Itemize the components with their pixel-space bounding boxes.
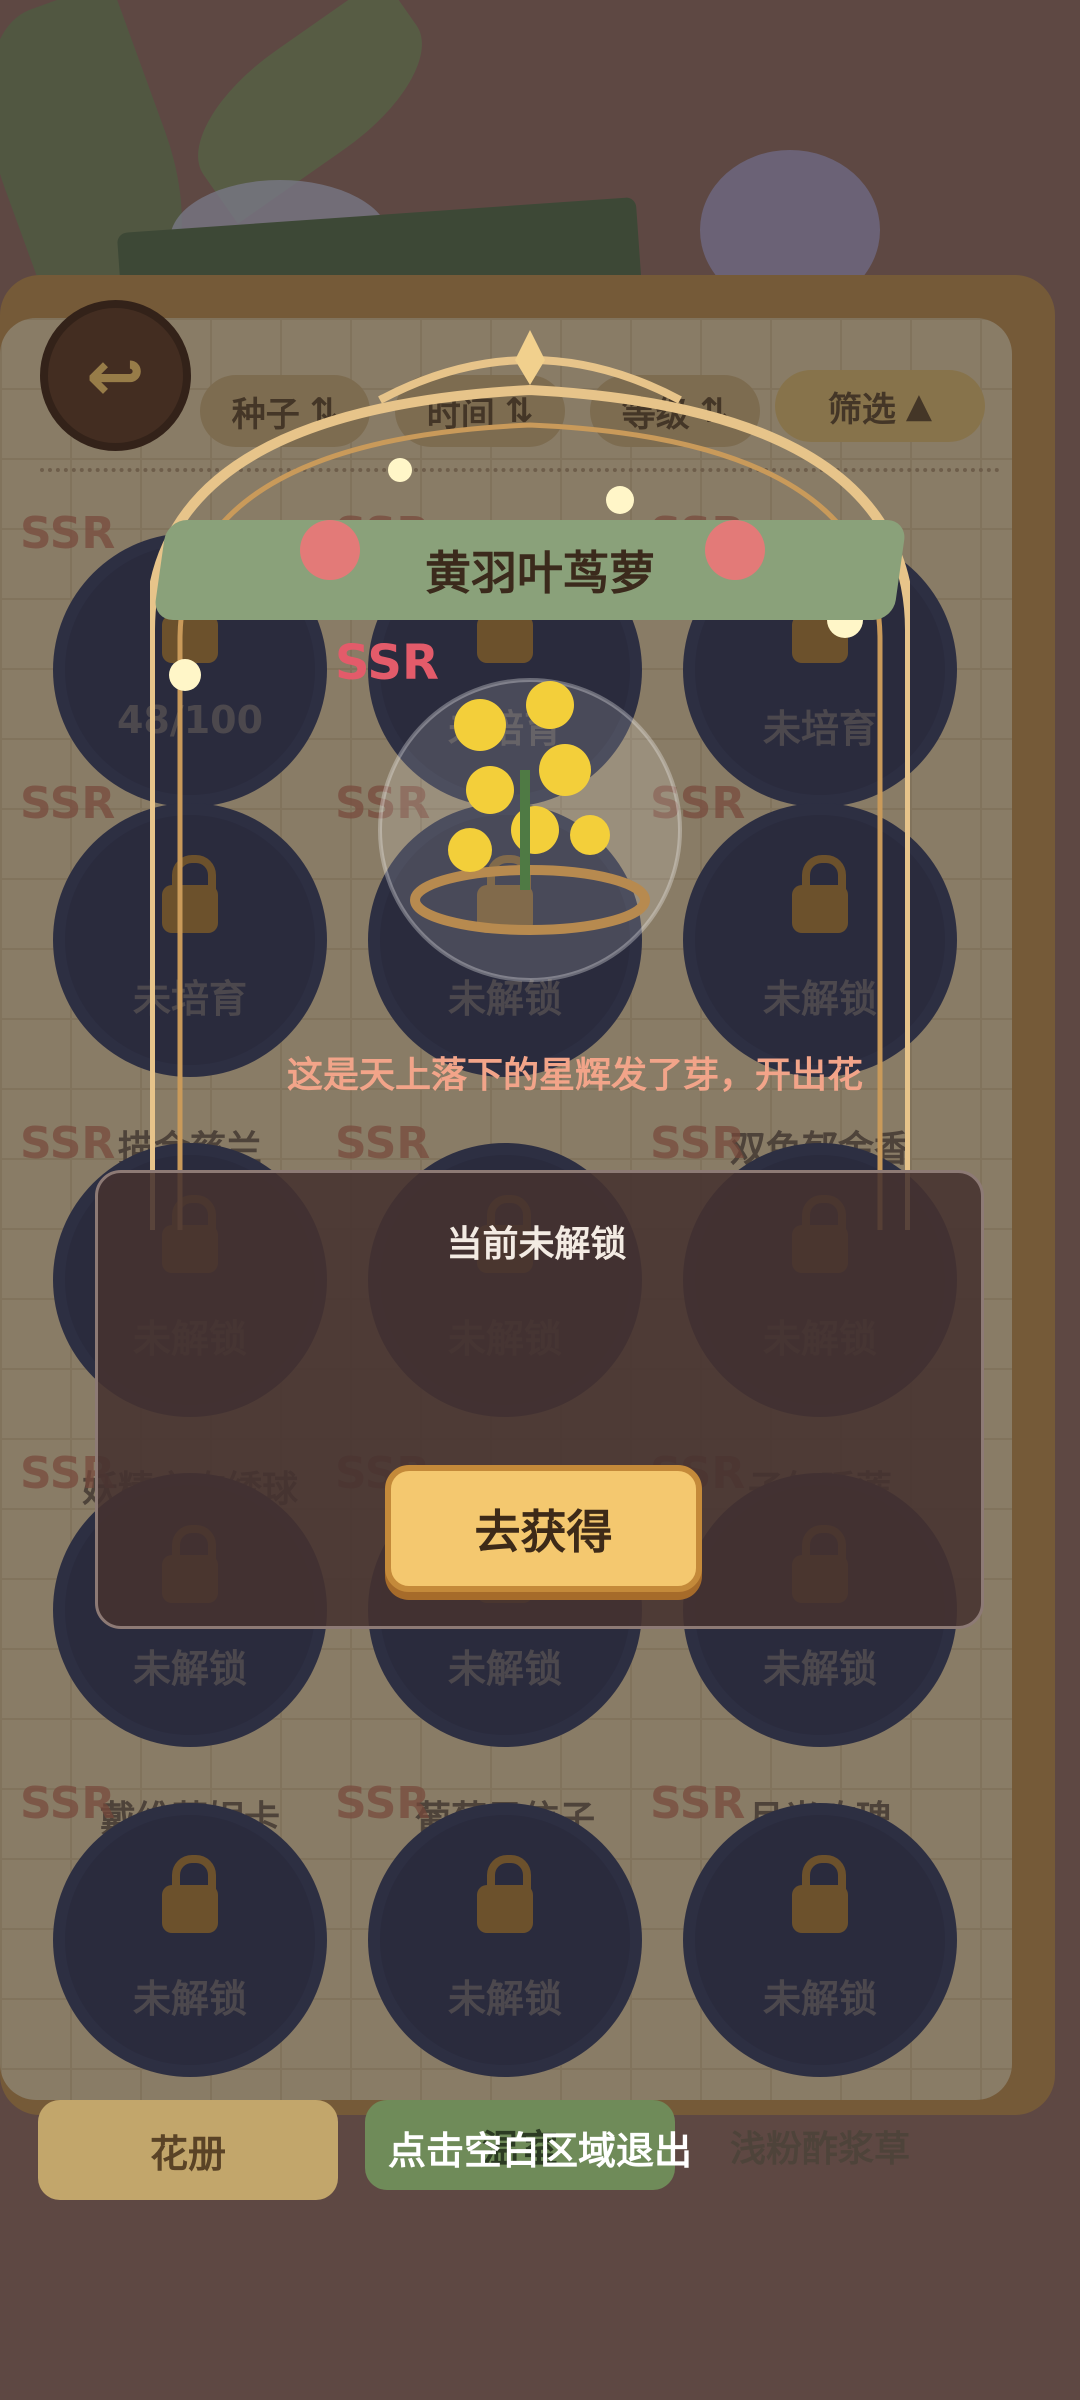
crown-jewel-icon <box>515 330 545 385</box>
tab-album[interactable]: 花册 <box>38 2100 338 2200</box>
rarity-badge: SSR <box>335 635 439 691</box>
rose-ornament-icon <box>705 520 765 580</box>
obtain-button-label: 去获得 <box>474 1504 613 1559</box>
light-bulb <box>606 486 634 514</box>
tab-album-label: 花册 <box>149 2131 226 2176</box>
light-bulb <box>169 659 201 691</box>
exit-hint: 点击空白区域退出 <box>387 2129 692 2173</box>
light-bulb <box>388 458 412 482</box>
obtain-button[interactable]: 去获得 <box>385 1465 702 1592</box>
flower-description: 这是天上落下的星辉发了芽，开出花 <box>286 1055 863 1096</box>
rose-ornament-icon <box>300 520 360 580</box>
lock-status: 当前未解锁 <box>446 1224 627 1265</box>
